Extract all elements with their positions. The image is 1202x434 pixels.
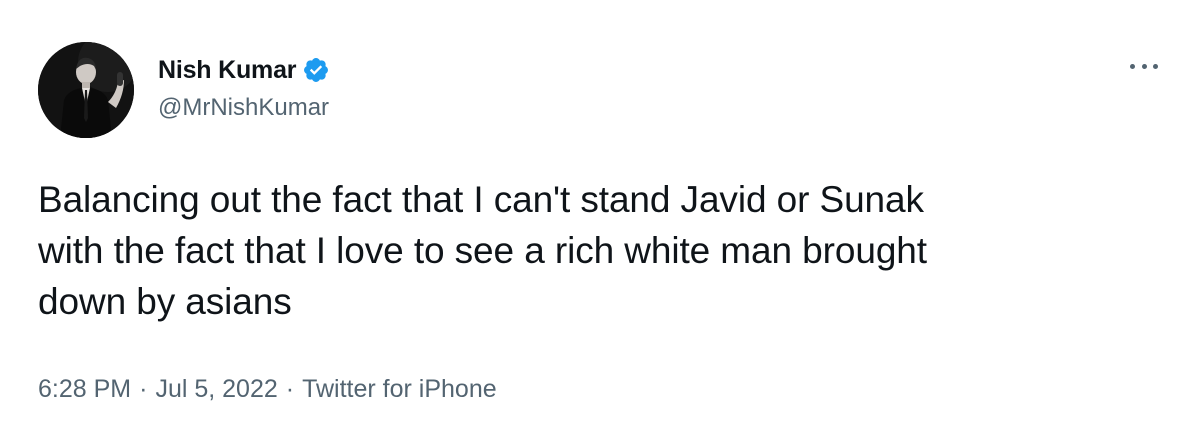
more-options-icon[interactable] (1130, 56, 1158, 76)
tweet-date[interactable]: Jul 5, 2022 (155, 372, 277, 406)
author-name-row: Nish Kumar (158, 54, 330, 86)
author-handle[interactable]: @MrNishKumar (158, 93, 329, 123)
more-dot (1141, 63, 1147, 69)
more-dot (1130, 63, 1135, 69)
meta-separator: · (139, 375, 148, 403)
display-name[interactable]: Nish Kumar (158, 54, 297, 86)
meta-separator: · (285, 375, 295, 403)
tweet-meta: 6:28 PM · Jul 5, 2022 · Twitter for iPho… (38, 372, 497, 406)
verified-badge-icon (302, 56, 330, 84)
tweet-time[interactable]: 6:28 PM (38, 372, 131, 406)
tweet-text: Balancing out the fact that I can't stan… (38, 179, 927, 322)
tweet-source[interactable]: Twitter for iPhone (302, 372, 497, 406)
more-dot (1153, 63, 1158, 69)
profile-photo-icon (38, 42, 134, 138)
tweet-card: Nish Kumar @MrNishKumar Balancing out th… (0, 0, 1202, 434)
avatar[interactable] (38, 42, 134, 138)
